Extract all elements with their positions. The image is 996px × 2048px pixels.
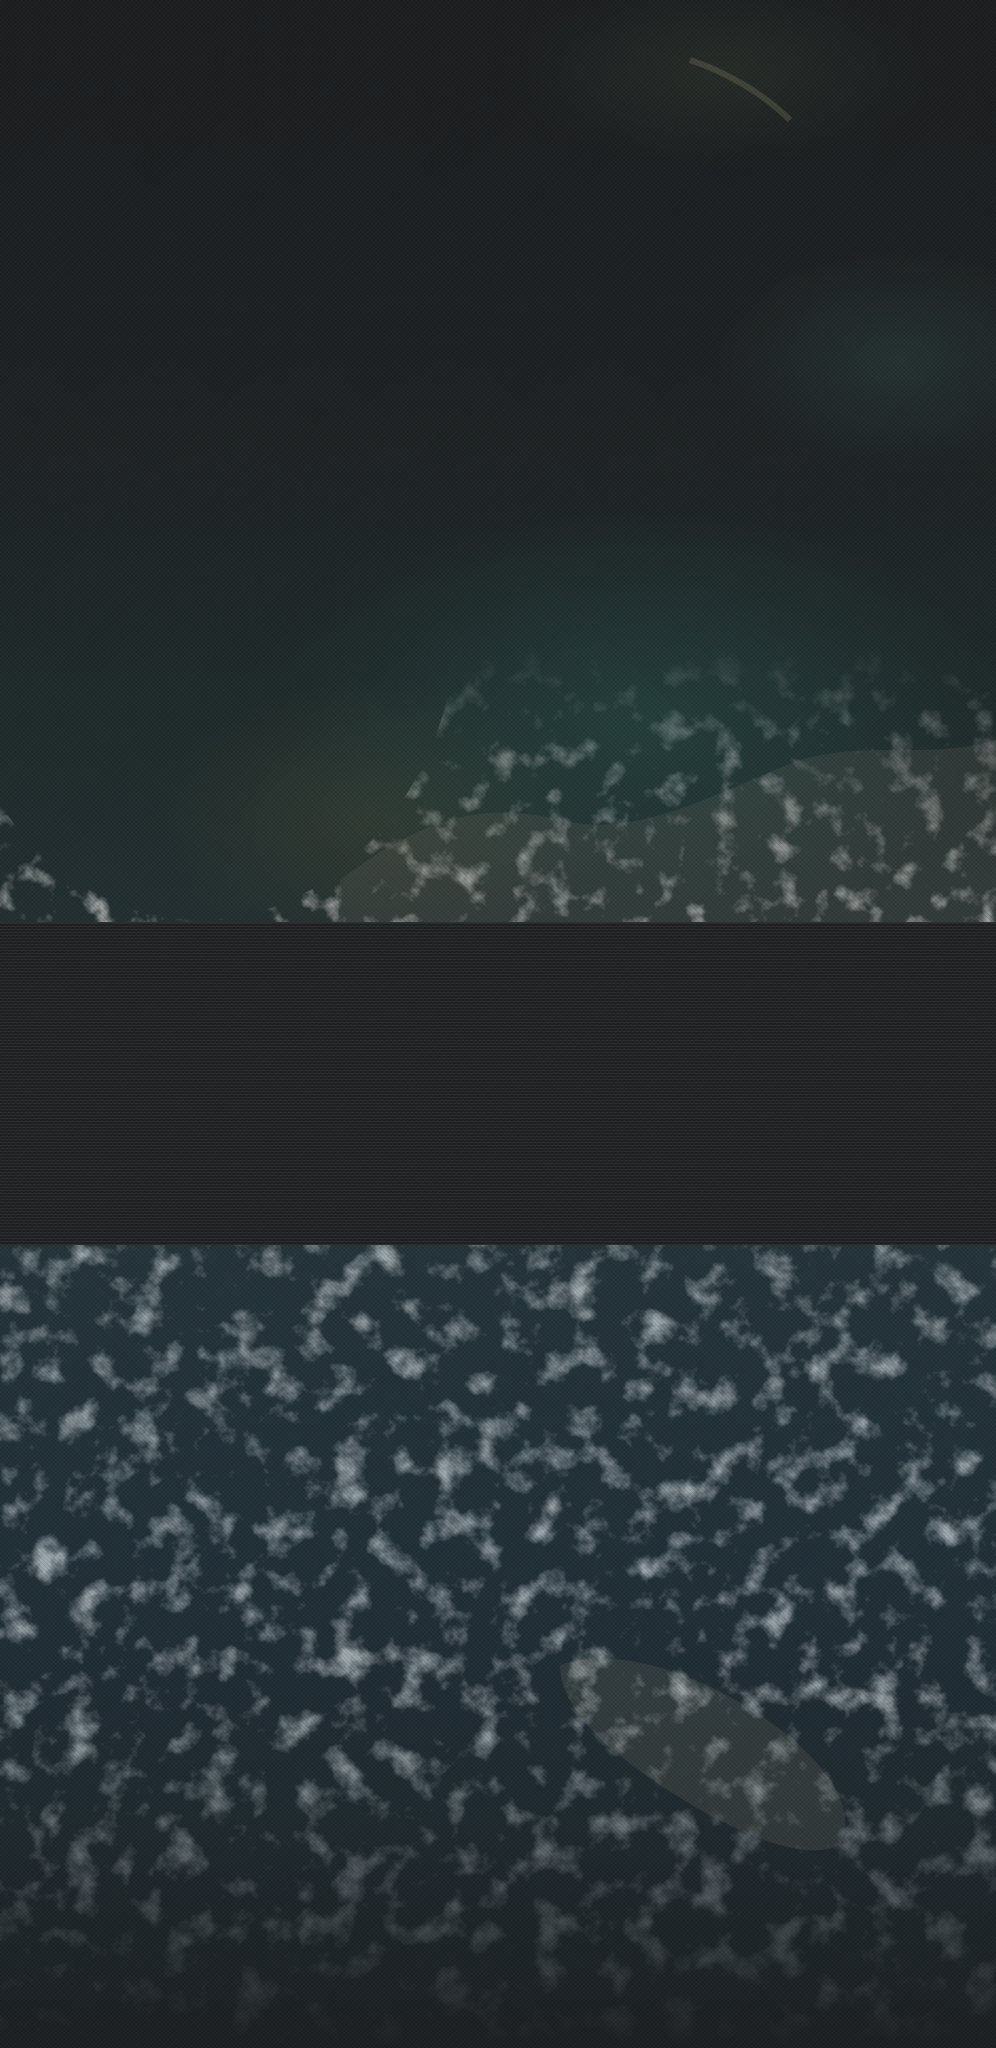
lock-screen bbox=[0, 0, 996, 2048]
ocean-texture-top bbox=[0, 0, 996, 922]
ocean-texture-bottom bbox=[0, 1245, 996, 2048]
wallpaper-top-panel bbox=[0, 0, 996, 922]
wallpaper-bottom-panel bbox=[0, 1245, 996, 2048]
dark-band bbox=[0, 922, 996, 1246]
